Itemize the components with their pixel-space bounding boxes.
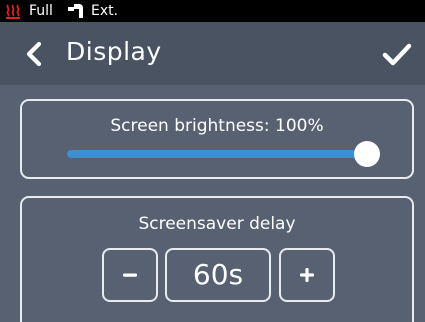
brightness-slider[interactable] — [67, 150, 367, 158]
back-button[interactable] — [22, 40, 46, 68]
status-source-label: Ext. — [91, 3, 119, 19]
brightness-label: Screen brightness: 100% — [110, 116, 324, 136]
screensaver-label: Screensaver delay — [138, 214, 296, 234]
decrement-button[interactable] — [102, 248, 158, 302]
checkmark-icon — [382, 43, 412, 66]
header-bar: Display — [0, 22, 425, 85]
plus-icon — [300, 268, 314, 282]
status-mode-label: Full — [29, 3, 53, 19]
confirm-button[interactable] — [381, 39, 413, 69]
increment-button[interactable] — [279, 248, 335, 302]
chevron-left-icon — [26, 41, 42, 67]
minus-icon — [123, 273, 137, 277]
brightness-slider-fill — [67, 150, 367, 158]
display-settings-screen: Full Ext. Display Screen brightness: 100… — [0, 0, 425, 322]
filament-sensor-icon — [68, 4, 83, 18]
heater-icon — [6, 4, 20, 19]
screensaver-delay-value[interactable]: 60s — [165, 248, 271, 302]
page-title: Display — [66, 37, 162, 66]
settings-content: Screen brightness: 100% Screensaver dela… — [0, 85, 425, 322]
screensaver-panel: Screensaver delay 60s — [20, 196, 414, 322]
status-bar: Full Ext. — [0, 0, 425, 22]
brightness-panel: Screen brightness: 100% — [20, 99, 414, 179]
brightness-slider-thumb[interactable] — [354, 141, 380, 167]
